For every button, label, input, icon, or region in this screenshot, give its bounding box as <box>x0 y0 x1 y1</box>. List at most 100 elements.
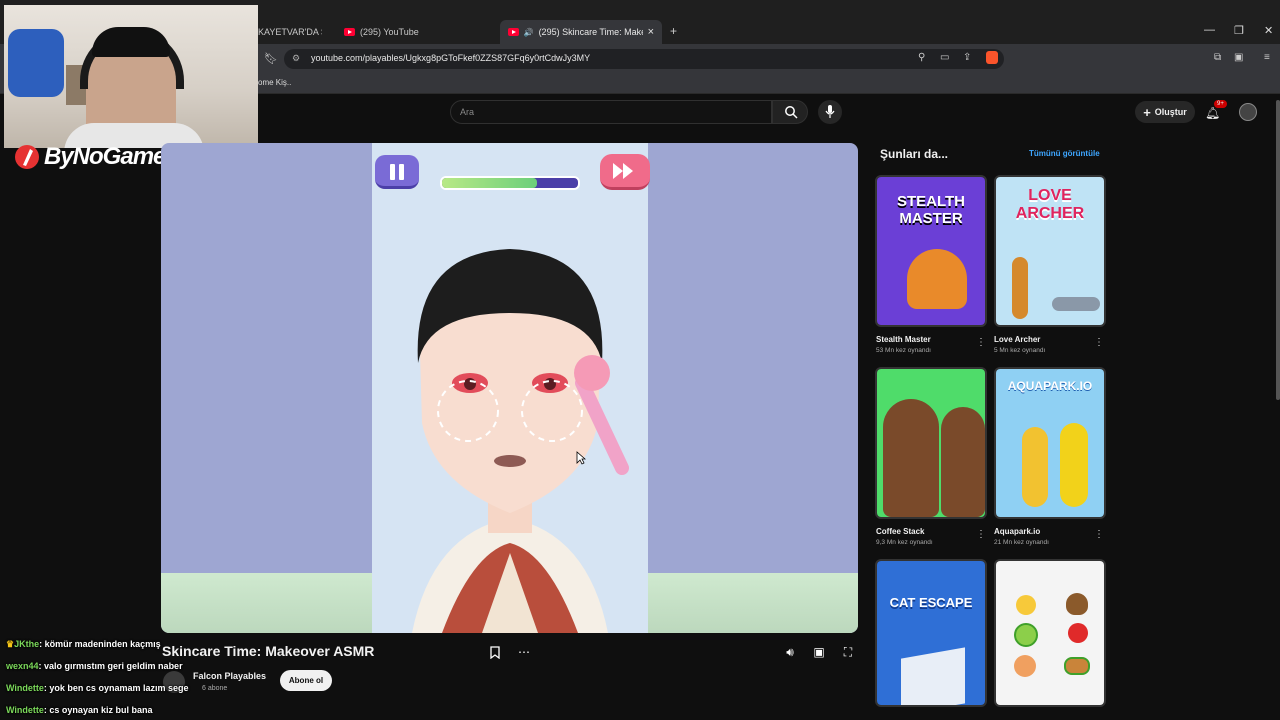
more-options-button[interactable]: ⋯ <box>513 641 535 663</box>
chat-text: valo gırmıstım geri geldim naber <box>44 661 183 671</box>
game-card-emoji[interactable] <box>994 559 1106 707</box>
game-card-coffee-stack[interactable] <box>875 367 987 519</box>
coffee-cup-image <box>883 399 939 517</box>
volume-icon: 🔊︎ <box>786 644 794 659</box>
pause-icon <box>390 164 404 180</box>
zoom-icon[interactable]: ⚲ <box>918 52 925 63</box>
cast-icon[interactable]: ▭ <box>940 52 949 63</box>
create-button[interactable]: + Oluştur <box>1135 101 1195 123</box>
close-window-icon[interactable]: ✕ <box>1264 24 1273 37</box>
microphone-icon <box>825 105 835 118</box>
game-title[interactable]: Stealth Master <box>876 335 931 344</box>
ninja-image <box>907 249 967 309</box>
minimize-icon[interactable]: — <box>1204 24 1215 36</box>
subscribe-button[interactable]: Abone ol <box>280 670 332 691</box>
game-card-aquapark[interactable]: AQUAPARK.IO <box>994 367 1106 519</box>
tab-youtube[interactable]: (295) YouTube <box>336 20 496 44</box>
close-tab-icon[interactable]: × <box>648 26 654 38</box>
site-settings-icon[interactable]: ⚙︎ <box>292 53 300 64</box>
skip-button[interactable] <box>600 154 650 190</box>
game-title[interactable]: Aquapark.io <box>994 527 1040 536</box>
brave-shield-icon[interactable] <box>986 51 998 64</box>
bookmark-outline-icon <box>490 645 500 659</box>
see-all-link[interactable]: Tümünü görüntüle <box>1029 149 1100 158</box>
game-canvas[interactable] <box>372 143 650 633</box>
pause-button[interactable] <box>375 155 419 189</box>
notifications-button[interactable]: 🔔︎ 9+ <box>1205 100 1227 122</box>
speaker-icon: 🔊 <box>523 27 534 37</box>
thumbnail-text: LOVE ARCHER <box>1015 187 1085 222</box>
more-options-icon[interactable]: ⋮ <box>976 529 986 540</box>
notification-badge: 9+ <box>1214 100 1227 108</box>
tab-kayetvar[interactable]: KAYETVAR'DA SIRA <box>250 20 330 44</box>
character-image <box>1022 427 1048 507</box>
search-placeholder: Ara <box>460 107 475 117</box>
save-button[interactable] <box>484 641 506 663</box>
game-plays: 5 Mn kez oynandı <box>994 347 1046 354</box>
share-icon[interactable]: ⇪ <box>963 52 971 63</box>
suggestions-title: Şunları da... <box>880 147 949 161</box>
playable-player[interactable] <box>161 143 858 633</box>
chat-user: Windette <box>6 683 44 693</box>
game-plays: 53 Mn kez oynandı <box>876 347 931 354</box>
extensions-icon[interactable]: ⧉ <box>1214 52 1221 63</box>
more-options-icon[interactable]: ⋮ <box>1094 529 1104 540</box>
maximize-icon[interactable]: ❐ <box>1234 24 1244 37</box>
crown-icon: ♛ <box>6 639 15 649</box>
search-button[interactable] <box>772 100 808 124</box>
game-title[interactable]: Coffee Stack <box>876 527 924 536</box>
tab-skincare[interactable]: 🔊 (295) Skincare Time: Makeove × <box>500 20 662 44</box>
search-input[interactable]: Ara <box>450 100 772 124</box>
plus-icon: + <box>1143 104 1151 120</box>
game-plays: 21 Mn kez oynandı <box>994 539 1049 546</box>
thumbnail-text: CAT ESCAPE <box>889 595 973 610</box>
chat-text: yok ben cs oynamam lazım sege <box>49 683 189 693</box>
logo-icon <box>15 145 39 169</box>
game-title[interactable]: Love Archer <box>994 335 1040 344</box>
bell-icon: 🔔︎ <box>1205 106 1221 120</box>
thumbnail-text: STEALTH MASTER <box>896 193 966 227</box>
tab-label: (295) YouTube <box>360 27 419 37</box>
fullscreen-icon: ⛶ <box>843 644 853 659</box>
create-label: Oluştur <box>1154 107 1187 117</box>
more-options-icon[interactable]: ⋮ <box>976 337 986 348</box>
url-text: youtube.com/playables/Ugkxg8pGToFkef0ZZS… <box>311 53 591 63</box>
chat-user: wexn44 <box>6 661 39 671</box>
archer-image <box>1012 257 1028 319</box>
more-options-icon[interactable]: ⋮ <box>1094 337 1104 348</box>
progress-bar <box>440 176 580 190</box>
menu-icon[interactable]: ≡ <box>1264 52 1270 63</box>
new-tab-button[interactable]: + <box>670 24 677 38</box>
burger-emoji-icon <box>1064 657 1090 675</box>
chat-user: JKthe <box>14 639 40 649</box>
hot-emoji-icon <box>1014 655 1036 677</box>
poop-emoji-icon <box>1066 593 1088 615</box>
smile-emoji-icon <box>1016 595 1036 615</box>
chat-message: Windette: cs oynayan kiz bul bana <box>6 705 153 715</box>
character-image <box>1060 423 1088 507</box>
fullscreen-button[interactable]: ⛶ <box>837 641 859 663</box>
search-icon <box>785 106 798 119</box>
wallet-icon[interactable]: ▣ <box>1234 52 1243 63</box>
webcam-overlay <box>4 5 258 148</box>
game-card-love-archer[interactable]: LOVE ARCHER <box>994 175 1106 327</box>
page-scrollbar[interactable] <box>1276 100 1280 400</box>
sick-emoji-icon <box>1014 623 1038 647</box>
mouse-cursor-icon <box>576 451 586 465</box>
character-face-image <box>412 249 629 633</box>
bookmark-icon[interactable]: 🔖︎ <box>264 52 278 65</box>
avatar[interactable] <box>1239 103 1257 121</box>
miniplayer-button[interactable]: ▣ <box>808 641 830 663</box>
game-plays: 9,3 Mn kez oynandı <box>876 539 933 546</box>
progress-fill <box>442 178 538 188</box>
chat-text: kömür madeninden kaçmış <box>44 639 161 649</box>
fast-forward-icon <box>613 163 633 179</box>
game-card-cat-escape[interactable]: CAT ESCAPE <box>875 559 987 707</box>
voice-search-button[interactable] <box>818 100 842 124</box>
streamer-logo: ByNoGame <box>14 143 166 171</box>
tab-label: KAYETVAR'DA SIRA <box>258 27 322 37</box>
channel-name[interactable]: Falcon Playables <box>193 671 266 681</box>
game-card-stealth-master[interactable]: STEALTH MASTER <box>875 175 987 327</box>
bookmark-item[interactable]: ome Kiş.. <box>258 78 291 87</box>
volume-button[interactable]: 🔊︎ <box>779 641 801 663</box>
